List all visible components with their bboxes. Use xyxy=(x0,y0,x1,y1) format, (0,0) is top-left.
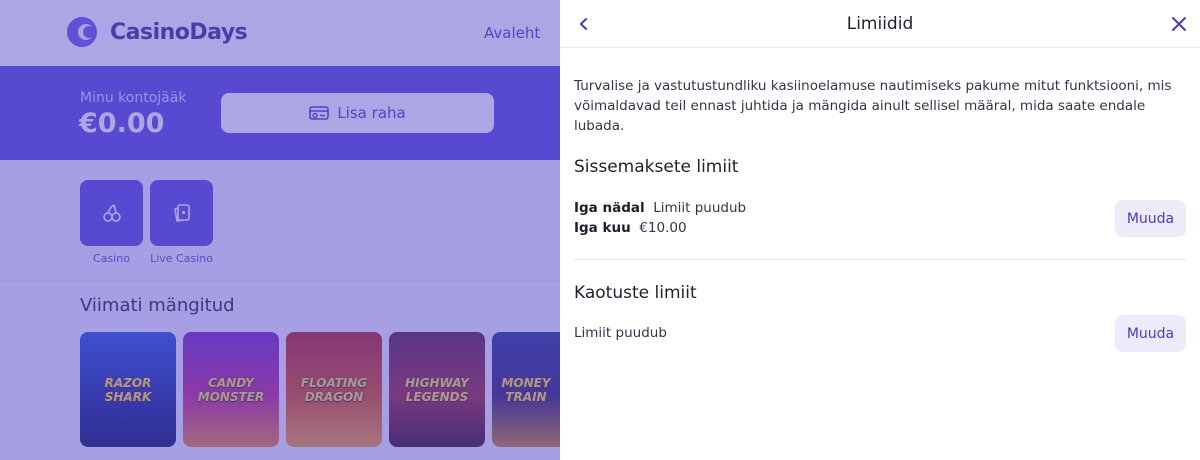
modal-backdrop[interactable] xyxy=(0,0,560,460)
deposit-limits-title: Sissemaksete limiit xyxy=(574,157,739,177)
loss-limits-title: Kaotuste limiit xyxy=(574,283,697,303)
monthly-deposit-limit: Iga kuu €10.00 xyxy=(574,220,687,236)
close-button[interactable] xyxy=(1168,13,1190,35)
weekly-limit-label: Iga nädal xyxy=(574,200,645,216)
weekly-deposit-limit: Iga nädal Limiit puudub xyxy=(574,200,746,216)
monthly-limit-label: Iga kuu xyxy=(574,220,631,236)
limits-section-divider xyxy=(574,259,1186,260)
monthly-limit-value: €10.00 xyxy=(639,220,687,236)
loss-limit-value: Limiit puudub xyxy=(574,325,667,341)
change-deposit-limit-button[interactable]: Muuda xyxy=(1115,200,1186,237)
drawer-header: Limiidid xyxy=(560,0,1200,48)
weekly-limit-value: Limiit puudub xyxy=(653,200,747,216)
change-loss-limit-button[interactable]: Muuda xyxy=(1115,315,1186,352)
drawer-title: Limiidid xyxy=(846,14,914,34)
close-icon xyxy=(1172,17,1186,31)
limits-intro-text: Turvalise ja vastutustundliku kasiinoela… xyxy=(574,78,1172,134)
limits-drawer: Limiidid Turvalise ja vastutustundliku k… xyxy=(560,0,1200,460)
